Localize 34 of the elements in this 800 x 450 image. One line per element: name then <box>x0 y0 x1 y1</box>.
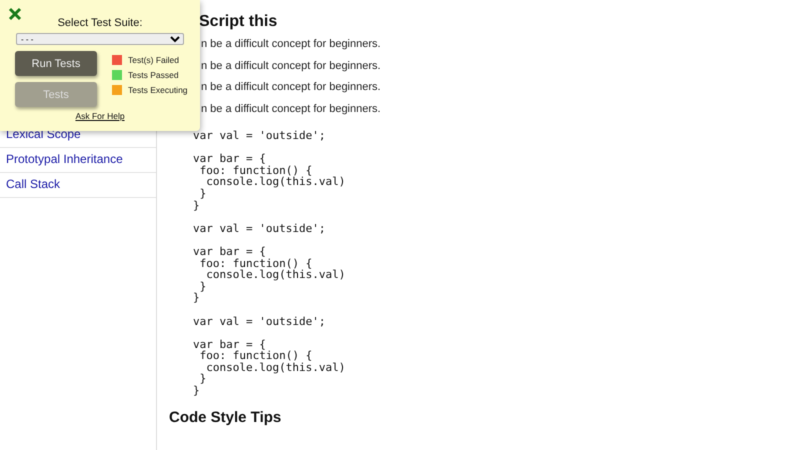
test-suite-select[interactable]: - - - <box>16 33 184 45</box>
sidebar-link[interactable]: Prototypal Inheritance <box>0 148 156 173</box>
code-line: var val = 'outside'; <box>193 222 326 234</box>
code-line: var bar = { <box>193 246 267 258</box>
paragraph: n be a difficult concept for beginners. <box>201 58 382 73</box>
code-line: foo: function() { <box>198 350 314 362</box>
section-heading: Script this <box>199 13 278 31</box>
code-line: } <box>193 385 201 397</box>
code-line: var bar = { <box>193 338 266 350</box>
paragraph: n be a difficult concept for beginners. <box>201 80 382 94</box>
paragraph: n be a difficult concept for beginners. <box>201 37 382 52</box>
code-line: } <box>193 292 200 304</box>
select-label: Select Test Suite: <box>56 17 144 29</box>
code-line: } <box>198 373 207 386</box>
run-tests-button[interactable]: Run Tests <box>15 51 97 76</box>
section-heading: Code Style Tips <box>169 409 282 426</box>
code-line: } <box>198 280 207 292</box>
code-line: console.log(this.val) <box>205 269 346 281</box>
close-icon[interactable] <box>8 7 22 21</box>
legend-label: Tests Executing <box>128 85 188 95</box>
code-line: var val = 'outside'; <box>193 130 326 142</box>
code-line: foo: function() { <box>198 258 312 270</box>
code-line: } <box>198 188 207 200</box>
code-line: console.log(this.val) <box>205 362 346 374</box>
legend-label: Tests Passed <box>128 70 179 80</box>
sidebar-link[interactable]: Call Stack <box>0 173 156 198</box>
code-line: var val = 'outside'; <box>193 316 326 328</box>
help-link[interactable]: Ask For Help <box>75 111 125 121</box>
code-line: } <box>193 200 200 212</box>
code-line: foo: function() { <box>198 164 312 176</box>
paragraph: n be a difficult concept for beginners. <box>201 102 382 116</box>
legend-label: Test(s) Failed <box>128 55 180 65</box>
code-line: var bar = { <box>193 153 267 165</box>
code-line: console.log(this.val) <box>205 176 346 188</box>
